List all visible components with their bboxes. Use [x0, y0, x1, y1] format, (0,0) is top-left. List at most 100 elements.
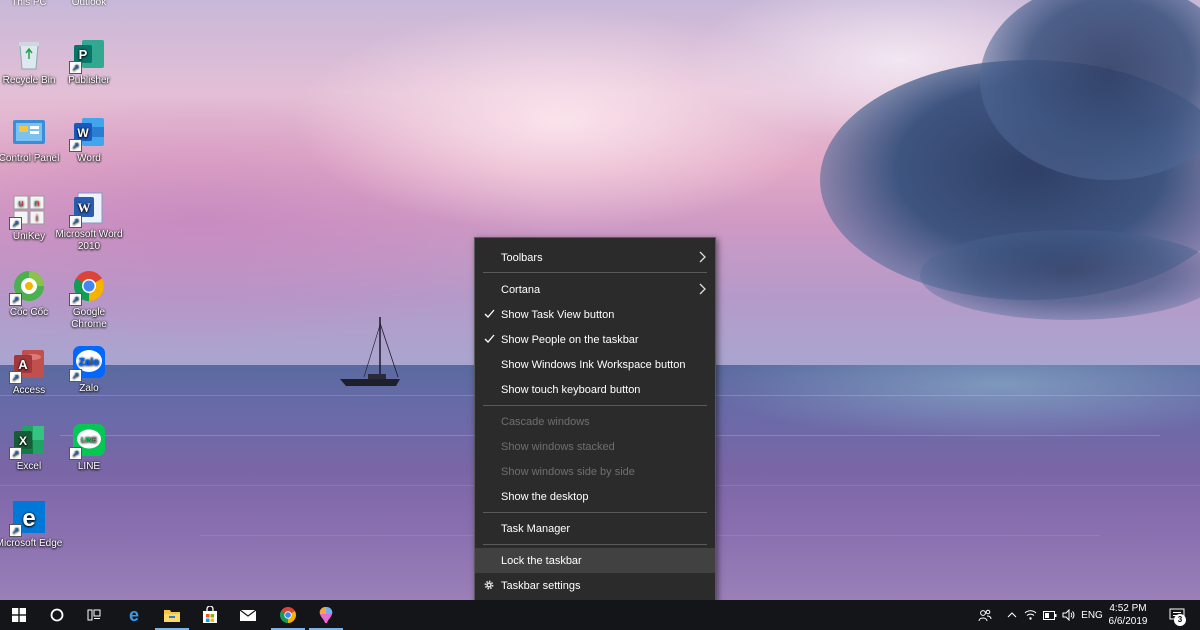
- svg-text:P: P: [79, 47, 88, 62]
- menu-item-show-windows-stacked[interactable]: Show windows stacked: [475, 434, 715, 459]
- menu-item-label: Show Task View button: [501, 308, 615, 321]
- clock-time: 4:52 PM: [1109, 603, 1147, 614]
- taskbar-mail[interactable]: [229, 600, 267, 630]
- chrome-icon: [280, 607, 296, 623]
- edge-icon: e ↗: [9, 499, 47, 537]
- task-view-button[interactable]: [76, 600, 112, 630]
- taskbar[interactable]: e ENG 4:52 PM 6/6/2019: [0, 600, 1200, 630]
- task-view-icon: [87, 609, 101, 621]
- line-icon: LINE ↗: [69, 422, 107, 460]
- edge-icon: e: [129, 606, 139, 624]
- icon-label: Word: [77, 153, 101, 164]
- people-button[interactable]: [974, 600, 996, 630]
- menu-item-cortana[interactable]: Cortana: [475, 277, 715, 302]
- menu-item-label: Show the desktop: [501, 490, 589, 503]
- menu-item-label: Show windows stacked: [501, 440, 615, 453]
- outlook-label[interactable]: Outlook: [54, 0, 124, 8]
- icon-label: LINE: [77, 461, 101, 472]
- file-explorer-icon: [164, 610, 180, 622]
- control-panel-icon: [11, 114, 47, 150]
- menu-item-show-task-view-button[interactable]: Show Task View button: [475, 302, 715, 327]
- menu-item-task-manager[interactable]: Task Manager: [475, 516, 715, 541]
- menu-separator: [483, 512, 707, 513]
- speaker-icon: [1062, 609, 1075, 621]
- desktop-icon-zalo[interactable]: Zalo ↗ Zalo: [54, 344, 124, 395]
- sailboat: [340, 317, 400, 386]
- chrome-icon: ↗: [69, 268, 107, 306]
- menu-item-label: Lock the taskbar: [501, 554, 582, 567]
- mail-icon: [239, 609, 257, 621]
- menu-item-toolbars[interactable]: Toolbars: [475, 245, 715, 270]
- menu-item-label: Show touch keyboard button: [501, 383, 641, 396]
- menu-item-lock-taskbar[interactable]: Lock the taskbar: [475, 548, 715, 573]
- menu-item-cascade-windows[interactable]: Cascade windows: [475, 409, 715, 434]
- clock-date: 6/6/2019: [1108, 616, 1148, 627]
- coc-coc-icon: ↗: [9, 268, 47, 306]
- menu-item-label: Task Manager: [501, 522, 571, 535]
- svg-text:LINE: LINE: [81, 437, 97, 444]
- store-icon: [203, 606, 217, 623]
- icon-label: Google Chrome: [71, 307, 107, 330]
- svg-text:W: W: [77, 126, 89, 140]
- wifi-icon: [1024, 610, 1036, 620]
- battery-icon: [1043, 610, 1057, 620]
- start-icon: [12, 608, 26, 622]
- word-2010-icon: W ↗: [69, 190, 107, 228]
- taskbar-edge[interactable]: e: [115, 600, 153, 630]
- taskbar-context-menu: Toolbars Cortana Show Task View button S…: [474, 237, 716, 605]
- icon-label: Zalo: [79, 383, 99, 394]
- recycle-bin-icon: [11, 36, 47, 72]
- cortana-button[interactable]: [38, 600, 76, 630]
- svg-text:e: e: [129, 606, 139, 624]
- menu-item-show-touch-keyboard[interactable]: Show touch keyboard button: [475, 377, 715, 402]
- desktop-icon-word-2010[interactable]: W ↗ Microsoft Word 2010: [54, 190, 124, 253]
- checkmark-icon: [484, 309, 495, 318]
- menu-item-label: Taskbar settings: [501, 579, 581, 592]
- zalo-icon: Zalo ↗: [69, 344, 107, 382]
- taskbar-store[interactable]: [191, 600, 229, 630]
- svg-text:n: n: [34, 198, 39, 208]
- menu-separator: [483, 405, 707, 406]
- desktop-icon-publisher[interactable]: P ↗ Publisher: [54, 36, 124, 87]
- taskbar-chrome[interactable]: [269, 600, 307, 630]
- icon-label: Microsoft Edge: [0, 538, 63, 549]
- paint-3d-icon: [319, 607, 333, 623]
- menu-item-show-desktop[interactable]: Show the desktop: [475, 484, 715, 509]
- menu-item-label: Show windows side by side: [501, 465, 635, 478]
- menu-item-show-ink-workspace[interactable]: Show Windows Ink Workspace button: [475, 352, 715, 377]
- storm-cloud-low: [920, 230, 1200, 320]
- menu-item-label: Toolbars: [501, 251, 543, 264]
- desktop-icon-word[interactable]: W ↗ Word: [54, 114, 124, 165]
- chevron-up-icon: [1007, 612, 1017, 618]
- notification-count-badge: 3: [1174, 614, 1186, 626]
- menu-item-show-windows-side-by-side[interactable]: Show windows side by side: [475, 459, 715, 484]
- gear-icon: [484, 580, 494, 590]
- icon-label: Microsoft Word 2010: [55, 229, 123, 252]
- menu-separator: [483, 272, 707, 273]
- icon-label: Publisher: [68, 75, 110, 86]
- desktop-icon-line[interactable]: LINE ↗ LINE: [54, 422, 124, 473]
- menu-separator: [483, 544, 707, 545]
- checkmark-icon: [484, 334, 495, 343]
- taskbar-paint-3d[interactable]: [307, 600, 345, 630]
- excel-icon: X ↗: [9, 422, 47, 460]
- battery-button[interactable]: [1042, 600, 1058, 630]
- svg-text:Zalo: Zalo: [79, 357, 100, 368]
- svg-text:A: A: [18, 357, 28, 372]
- word-icon: W ↗: [69, 114, 107, 152]
- start-button[interactable]: [0, 600, 38, 630]
- desktop-icon-google-chrome[interactable]: ↗ Google Chrome: [54, 268, 124, 331]
- network-button[interactable]: [1022, 600, 1038, 630]
- language-indicator[interactable]: ENG: [1080, 600, 1104, 630]
- unikey-icon: uni ↗: [9, 192, 47, 230]
- desktop-icon-microsoft-edge[interactable]: e ↗ Microsoft Edge: [0, 499, 64, 550]
- access-icon: A ↗: [9, 346, 47, 384]
- svg-text:X: X: [19, 434, 27, 448]
- show-hidden-icons-button[interactable]: [1004, 600, 1020, 630]
- clock[interactable]: 4:52 PM 6/6/2019: [1102, 602, 1154, 628]
- taskbar-file-explorer[interactable]: [153, 600, 191, 630]
- menu-item-taskbar-settings[interactable]: Taskbar settings: [475, 573, 715, 598]
- volume-button[interactable]: [1060, 600, 1078, 630]
- menu-item-show-people[interactable]: Show People on the taskbar: [475, 327, 715, 352]
- people-icon: [978, 609, 992, 622]
